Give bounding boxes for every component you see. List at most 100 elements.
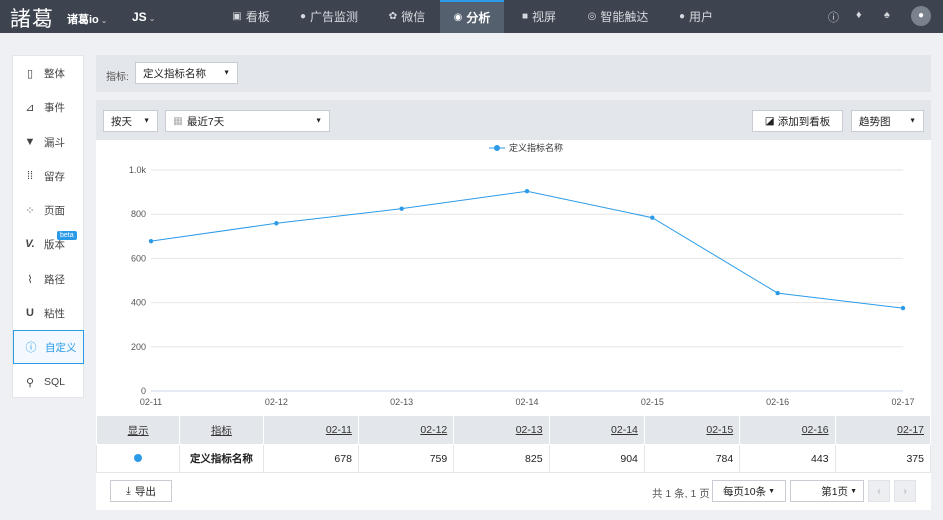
sidebar-item-event[interactable]: ⊿ 事件 [13,90,83,124]
table-cell: 759 [357,444,455,473]
diamond-icon[interactable]: ♦ [856,9,862,21]
smart-reach-icon: ◎ [587,11,597,22]
search-icon: ⚲ [25,376,35,389]
overall-icon: ▯ [26,67,34,80]
user-icon: ● [678,11,686,22]
chart-icon: ◪ [764,115,775,127]
series-dot-icon [134,453,143,462]
caret-down-icon: ▼ [223,69,230,77]
sidebar-item-custom[interactable]: ⓘ 自定义 [13,330,84,364]
help-icon[interactable]: ⓘ [828,9,839,25]
metric-dropdown[interactable]: 定义指标名称 ▼ [135,62,238,84]
nav-smart-reach[interactable]: ◎ 智能触达 [580,0,656,33]
top-navigation-bar: 諸葛 诸葛io ⌄ JS ⌄ ▣ 看板 ● 广告监测 ✿ 微信 ◉ 分析 ■ 视屏 ◎ 智能触达… [0,0,943,33]
table-cell: 904 [548,444,645,473]
next-page-button[interactable]: › [894,480,916,502]
nav-ad-monitor[interactable]: ● 广告监测 [290,0,368,33]
download-icon: ⤓ [126,484,131,497]
y-tick-label: 1.0k [129,165,147,175]
column-header[interactable]: 02-12 [357,415,455,445]
granularity-value: 按天 [111,115,132,128]
caret-down-icon: ▼ [143,117,150,125]
platform-selector[interactable]: JS ⌄ [132,10,155,24]
pagination-summary: 共 1 条, 1 页 [652,488,710,500]
data-point [900,305,906,311]
bell-icon[interactable]: ♠ [884,9,890,21]
sidebar-item-stickiness[interactable]: U 粘性 [13,296,83,330]
column-header[interactable]: 02-16 [739,415,836,445]
data-point [148,238,154,244]
caret-down-icon: ▼ [909,117,916,125]
granularity-dropdown[interactable]: 按天 ▼ [103,110,158,132]
data-point [775,290,780,296]
date-range-picker[interactable]: ▦ 最近7天 ▼ [165,110,330,132]
table-cell: 784 [643,444,741,473]
chart-type-dropdown[interactable]: 趋势图 ▼ [851,110,924,132]
y-tick-label: 200 [131,342,146,352]
legend-label: 定义指标名称 [509,142,563,153]
page-size-dropdown[interactable]: 每页10条 ▼ [712,480,786,502]
sidebar-item-retention[interactable]: ⁞⁞ 留存 [13,159,83,193]
column-header[interactable]: 02-17 [834,415,932,445]
data-table: 显示 指标 02-11 02-12 02-13 02-14 02-15 02-1… [95,415,932,473]
add-to-board-button[interactable]: ◪ 添加到看板 [752,110,843,132]
table-cell: 678 [262,444,359,473]
caret-down-icon: ▼ [850,487,857,495]
wechat-icon: ✿ [388,11,398,22]
column-header[interactable]: 02-11 [262,415,359,445]
column-header[interactable]: 02-13 [453,415,550,445]
metric-dropdown-value: 定义指标名称 [143,67,206,80]
sidebar-item-sql[interactable]: ⚲ SQL [13,365,83,399]
chevron-down-icon: ⌄ [148,14,156,23]
table-cell: 825 [453,444,550,473]
brand-logo[interactable]: 諸葛 [10,3,54,33]
page-number-value: 第1页 [821,485,849,498]
page-size-value: 每页10条 [722,485,767,498]
retention-icon: ⁞⁞ [26,170,34,182]
sidebar-item-page[interactable]: ⁘ 页面 [13,193,83,227]
column-header[interactable]: 02-15 [643,415,741,445]
stickiness-icon: U [26,307,34,319]
sidebar-item-path[interactable]: ⌇ 路径 [13,262,83,296]
chevron-left-icon: ‹ [877,485,881,497]
project-selector[interactable]: 诸葛io ⌄ [67,11,107,27]
column-header[interactable]: 02-14 [548,415,645,445]
metric-label: 指标: [106,72,129,83]
x-tick-label: 02-13 [390,397,413,407]
path-icon: ⌇ [27,273,33,286]
metric-name-cell: 定义指标名称 [179,444,264,473]
nav-analysis[interactable]: ◉ 分析 [440,0,504,33]
column-header[interactable]: 显示 [95,415,181,445]
data-point [650,215,655,220]
x-tick-label: 02-12 [265,397,288,407]
nav-board[interactable]: ▣ 看板 [224,0,278,33]
chevron-right-icon: › [903,485,907,497]
calendar-icon: ▦ [173,115,183,127]
avatar[interactable]: ● [911,6,931,26]
prev-page-button[interactable]: ‹ [868,480,890,502]
nav-user[interactable]: ● 用户 [670,0,722,33]
sidebar-item-overall[interactable]: ▯ 整体 [13,56,83,90]
nav-wechat[interactable]: ✿ 微信 [380,0,434,33]
analysis-sidebar: ▯ 整体 ⊿ 事件 ▼ 漏斗 ⁞⁞ 留存 ⁘ 页面 V. 版本 beta ⌇ 路径 U 粘性 ⓘ 自… [12,55,84,398]
sidebar-item-funnel[interactable]: ▼ 漏斗 [13,125,83,159]
y-tick-label: 0 [141,386,146,396]
beta-badge: beta [57,231,77,240]
visibility-toggle[interactable] [95,444,181,473]
data-point [524,189,530,194]
sidebar-item-version[interactable]: V. 版本 beta [13,227,83,261]
add-to-board-label: 添加到看板 [777,115,831,128]
table-header-row: 显示 指标 02-11 02-12 02-13 02-14 02-15 02-1… [95,415,932,445]
page-number-dropdown[interactable]: 第1页 ▼ [790,480,864,502]
page-icon: ⁘ [25,204,35,217]
y-tick-label: 800 [131,209,146,219]
nav-video[interactable]: ■ 视屏 [514,0,564,33]
chevron-down-icon: ⌄ [100,16,108,25]
data-point [274,221,279,226]
export-button[interactable]: ⤓ 导出 [110,480,172,502]
caret-down-icon: ▼ [315,117,322,125]
series-line [150,190,904,309]
caret-down-icon: ▼ [768,487,776,495]
x-tick-label: 02-16 [766,397,789,407]
column-header[interactable]: 指标 [179,415,264,445]
